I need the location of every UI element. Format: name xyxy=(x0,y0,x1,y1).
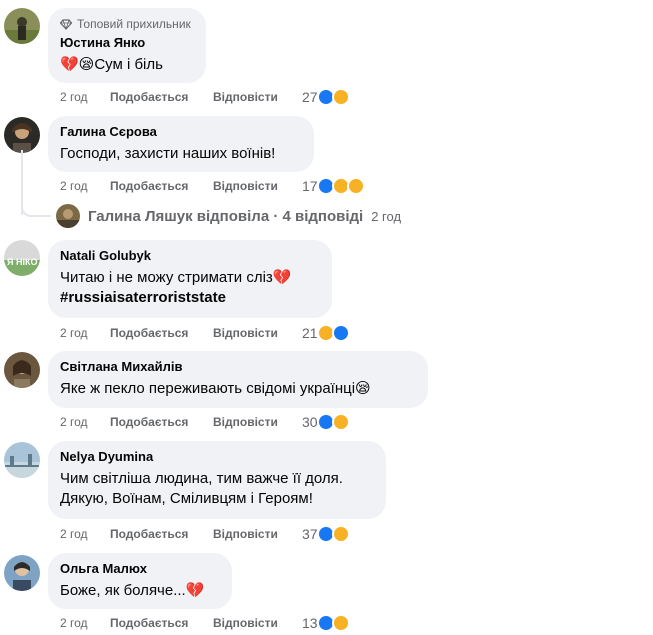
comment-line: Господи, захисти наших воїнів! xyxy=(60,145,276,162)
reaction-count: 13 xyxy=(302,615,318,631)
avatar[interactable] xyxy=(4,8,40,44)
reaction-count: 27 xyxy=(302,89,318,105)
like-button[interactable]: Подобається xyxy=(110,90,213,104)
comment-line: Боже, як боляче...💔 xyxy=(60,582,205,599)
care-reaction-icon xyxy=(346,177,365,195)
reactions-summary[interactable]: 21 xyxy=(302,323,350,343)
sad-reaction-icon xyxy=(331,88,350,106)
like-button[interactable]: Подобається xyxy=(110,527,213,541)
comment-bubble: Ольга Малюх Боже, як боляче...💔 xyxy=(48,553,232,609)
thread-connector xyxy=(21,195,51,217)
comment-actions: 2 год Подобається Відповісти xyxy=(60,175,301,197)
sad-reaction-icon xyxy=(331,525,350,543)
comment-actions: 2 год Подобається Відповісти xyxy=(60,322,301,344)
reaction-count: 21 xyxy=(302,325,318,341)
reaction-count: 17 xyxy=(302,178,318,194)
avatar-text: Я НІКО xyxy=(7,257,37,267)
sad-reaction-icon xyxy=(331,614,350,632)
reactions-summary[interactable]: 17 xyxy=(302,176,365,196)
comment-line: Яке ж пекло переживають свідомі українці… xyxy=(60,380,371,397)
comment-line: Чим світліша людина, тим важче її доля. xyxy=(60,470,343,487)
avatar[interactable]: Я НІКО xyxy=(4,240,40,276)
comment-text: 💔😪Сум і біль xyxy=(60,55,194,75)
replies-time: 2 год xyxy=(371,208,402,224)
like-button[interactable]: Подобається xyxy=(110,415,213,429)
avatar[interactable] xyxy=(4,442,40,478)
like-reaction-icon xyxy=(331,324,350,342)
comment-author[interactable]: Галина Сєрова xyxy=(60,124,302,140)
reactions-summary[interactable]: 27 xyxy=(302,87,350,107)
comment-actions: 2 год Подобається Відповісти xyxy=(60,523,301,545)
reply-button[interactable]: Відповісти xyxy=(213,527,301,541)
reply-button[interactable]: Відповісти xyxy=(213,90,301,104)
badge-label: Топовий прихильник xyxy=(77,17,191,31)
comment-line: Читаю і не можу стримати сліз💔 xyxy=(60,269,292,286)
hashtag-link[interactable]: #russiaisaterroriststate xyxy=(60,288,320,308)
comment-line: 💔😪Сум і біль xyxy=(60,56,163,73)
reaction-count: 37 xyxy=(302,526,318,542)
comment-bubble: Галина Сєрова Господи, захисти наших вої… xyxy=(48,116,314,172)
comment-actions: 2 год Подобається Відповісти xyxy=(60,86,301,108)
like-button[interactable]: Подобається xyxy=(110,179,213,193)
view-replies-link[interactable]: Галина Ляшук відповіла · 4 відповіді 2 г… xyxy=(56,203,401,229)
reply-button[interactable]: Відповісти xyxy=(213,415,301,429)
timestamp[interactable]: 2 год xyxy=(60,527,110,541)
reply-button[interactable]: Відповісти xyxy=(213,616,301,630)
avatar[interactable] xyxy=(4,117,40,153)
timestamp[interactable]: 2 год xyxy=(60,326,110,340)
comment-actions: 2 год Подобається Відповісти xyxy=(60,612,301,634)
comment-author[interactable]: Світлана Михайлів xyxy=(60,359,416,375)
avatar[interactable] xyxy=(4,352,40,388)
timestamp[interactable]: 2 год xyxy=(60,415,110,429)
comment-text: Чим світліша людина, тим важче її доля. … xyxy=(60,469,374,509)
comment-bubble: Топовий прихильник Юстина Янко 💔😪Сум і б… xyxy=(48,8,206,83)
timestamp[interactable]: 2 год xyxy=(60,616,110,630)
reaction-count: 30 xyxy=(302,414,318,430)
replies-summary-text[interactable]: Галина Ляшук відповіла · 4 відповіді xyxy=(88,208,363,225)
comment-bubble: Natali Golubyk Читаю і не можу стримати … xyxy=(48,240,332,318)
reply-button[interactable]: Відповісти xyxy=(213,326,301,340)
timestamp[interactable]: 2 год xyxy=(60,179,110,193)
timestamp[interactable]: 2 год xyxy=(60,90,110,104)
diamond-icon xyxy=(60,18,72,30)
comment-text: Боже, як боляче...💔 xyxy=(60,581,220,601)
comment-author[interactable]: Юстина Янко xyxy=(60,35,194,51)
like-button[interactable]: Подобається xyxy=(110,326,213,340)
reply-author-avatar xyxy=(56,204,80,228)
comment-bubble: Nelya Dyumina Чим світліша людина, тим в… xyxy=(48,441,386,519)
comment-text: Читаю і не можу стримати сліз💔 #russiais… xyxy=(60,268,320,308)
comment-bubble: Світлана Михайлів Яке ж пекло переживают… xyxy=(48,351,428,408)
top-fan-badge: Топовий прихильник xyxy=(60,16,194,32)
comment-author[interactable]: Natali Golubyk xyxy=(60,248,320,264)
reactions-summary[interactable]: 30 xyxy=(302,412,350,432)
comment-author[interactable]: Nelya Dyumina xyxy=(60,449,374,465)
like-button[interactable]: Подобається xyxy=(110,616,213,630)
reactions-summary[interactable]: 13 xyxy=(302,613,350,633)
comment-author[interactable]: Ольга Малюх xyxy=(60,561,220,577)
comment-text: Яке ж пекло переживають свідомі українці… xyxy=(60,379,416,399)
reactions-summary[interactable]: 37 xyxy=(302,524,350,544)
avatar[interactable] xyxy=(4,555,40,591)
comment-actions: 2 год Подобається Відповісти xyxy=(60,411,301,433)
comment-line: Дякую, Воїнам, Сміливцям і Героям! xyxy=(60,490,313,507)
comment-text: Господи, захисти наших воїнів! xyxy=(60,144,302,164)
reply-button[interactable]: Відповісти xyxy=(213,179,301,193)
sad-reaction-icon xyxy=(331,413,350,431)
